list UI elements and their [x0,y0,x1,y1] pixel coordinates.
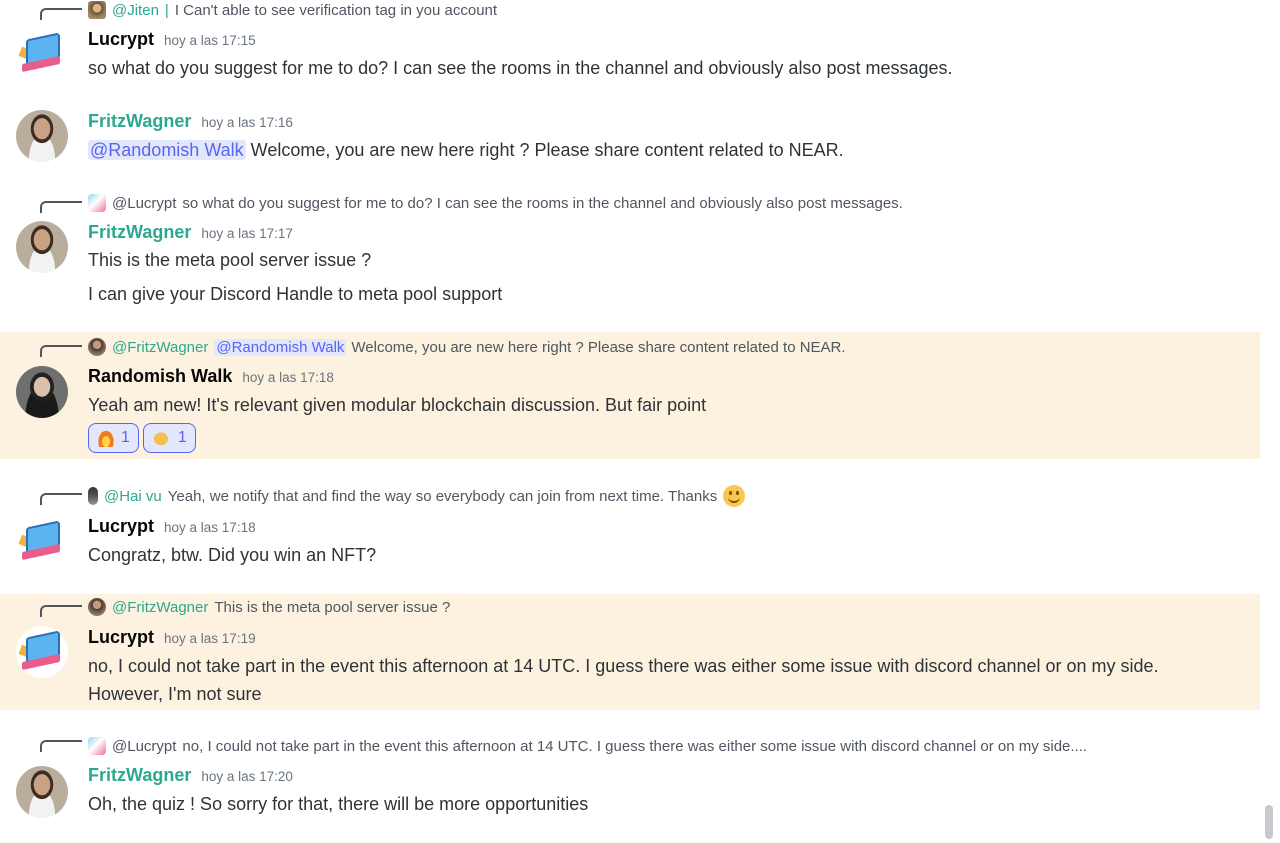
reply-avatar-hai-vu [88,487,98,505]
message-text: so what do you suggest for me to do? I c… [88,58,953,78]
reply-spine [40,605,82,617]
reply-text: I Can't able to see verification tag in … [174,1,498,19]
avatar-fritzwagner[interactable] [16,110,68,162]
reply-user[interactable]: @Jiten [112,2,159,19]
message-text: This is the meta pool server issue ? [88,250,372,270]
message-text: Oh, the quiz ! So sorry for that, there … [88,794,589,814]
avatar-lucrypt[interactable] [16,516,68,568]
timestamp: hoy a las 17:15 [164,33,256,48]
scrollbar-track[interactable] [1262,0,1280,843]
reply-text: Yeah, we notify that and find the way so… [167,487,718,505]
reply-preview[interactable]: @Lucrypt so what do you suggest for me t… [88,193,903,213]
reply-spine [40,493,82,505]
message-header: FritzWagner hoy a las 17:20 [88,765,293,787]
reaction-clap[interactable]: 1 [142,423,196,453]
message-text: Congratz, btw. Did you win an NFT? [88,545,377,565]
reaction-count: 1 [121,429,130,446]
reply-separator: | [164,1,169,19]
reply-text: so what do you suggest for me to do? I c… [182,194,903,212]
timestamp: hoy a las 17:18 [164,520,256,535]
message-fritzwagner-1716: FritzWagner hoy a las 17:16 @Randomish W… [0,100,1260,182]
reply-avatar-jiten [88,1,106,19]
reply-mention[interactable]: @Randomish Walk [214,338,347,356]
reply-spine [40,740,82,752]
username[interactable]: Lucrypt [88,627,154,648]
reply-avatar-lucrypt [88,194,106,212]
avatar-lucrypt[interactable] [16,626,68,678]
reply-preview[interactable]: @Jiten | I Can't able to see verificatio… [88,0,497,20]
reply-spine [40,8,82,20]
reply-text: This is the meta pool server issue ? [214,598,451,616]
username[interactable]: FritzWagner [88,222,191,243]
message-lucrypt-1715: @Jiten | I Can't able to see verificatio… [0,0,1260,98]
reply-user[interactable]: @Hai vu [104,488,162,505]
reply-avatar-lucrypt [88,737,106,755]
username[interactable]: Lucrypt [88,29,154,50]
timestamp: hoy a las 17:20 [201,769,293,784]
reply-preview[interactable]: @Hai vu Yeah, we notify that and find th… [88,485,746,507]
message-text: Yeah am new! It's relevant given modular… [88,395,707,415]
message-header: Lucrypt hoy a las 17:15 [88,29,256,51]
message-lucrypt-1719: @FritzWagner This is the meta pool serve… [0,594,1260,710]
reply-user[interactable]: @FritzWagner [112,599,208,616]
reply-user[interactable]: @FritzWagner [112,339,208,356]
fire-emoji-icon [97,429,115,447]
chat-message-list: @Jiten | I Can't able to see verificatio… [0,0,1262,843]
message-fritzwagner-1720: @Lucrypt no, I could not take part in th… [0,728,1260,838]
username[interactable]: FritzWagner [88,111,191,132]
reply-preview[interactable]: @Lucrypt no, I could not take part in th… [88,736,1087,756]
message-text: I can give your Discord Handle to meta p… [88,284,503,304]
timestamp: hoy a las 17:19 [164,631,256,646]
user-mention[interactable]: @Randomish Walk [88,140,246,160]
clap-emoji-icon [151,429,172,447]
reply-avatar-fritzwagner [88,338,106,356]
scrollbar-thumb[interactable] [1265,805,1273,839]
message-randomish-walk-1718: @FritzWagner @Randomish Walk Welcome, yo… [0,332,1260,459]
reply-text: no, I could not take part in the event t… [182,737,1088,755]
message-header: Lucrypt hoy a las 17:18 [88,516,256,538]
reply-user[interactable]: @Lucrypt [112,195,176,212]
message-text: no, I could not take part in the event t… [88,656,1159,704]
message-text: Welcome, you are new here right ? Please… [250,140,844,160]
smile-emoji-icon [723,485,746,507]
message-fritzwagner-1717: @Lucrypt so what do you suggest for me t… [0,190,1260,322]
message-lucrypt-1718: @Hai vu Yeah, we notify that and find th… [0,480,1260,580]
avatar-fritzwagner[interactable] [16,766,68,818]
reply-spine [40,201,82,213]
reply-avatar-fritzwagner [88,598,106,616]
avatar-fritzwagner[interactable] [16,221,68,273]
timestamp: hoy a las 17:17 [201,226,293,241]
message-text-line: @Randomish Walk Welcome, you are new here… [88,138,844,162]
timestamp: hoy a las 17:16 [201,115,293,130]
timestamp: hoy a las 17:18 [242,370,334,385]
message-header: FritzWagner hoy a las 17:16 [88,111,293,133]
username[interactable]: Lucrypt [88,516,154,537]
username[interactable]: Randomish Walk [88,366,232,387]
username[interactable]: FritzWagner [88,765,191,786]
avatar-randomish-walk[interactable] [16,366,68,418]
reply-preview[interactable]: @FritzWagner This is the meta pool serve… [88,597,450,617]
message-header: Lucrypt hoy a las 17:19 [88,627,256,649]
reply-preview[interactable]: @FritzWagner @Randomish Walk Welcome, yo… [88,337,846,357]
reply-spine [40,345,82,357]
reply-user[interactable]: @Lucrypt [112,738,176,755]
reply-text: Welcome, you are new here right ? Please… [351,338,846,356]
avatar-lucrypt[interactable] [16,28,68,80]
reaction-count: 1 [177,429,187,446]
reaction-fire[interactable]: 1 [88,423,139,453]
reactions-bar: 1 1 [88,423,196,453]
message-header: FritzWagner hoy a las 17:17 [88,222,293,244]
message-header: Randomish Walk hoy a las 17:18 [88,366,334,388]
